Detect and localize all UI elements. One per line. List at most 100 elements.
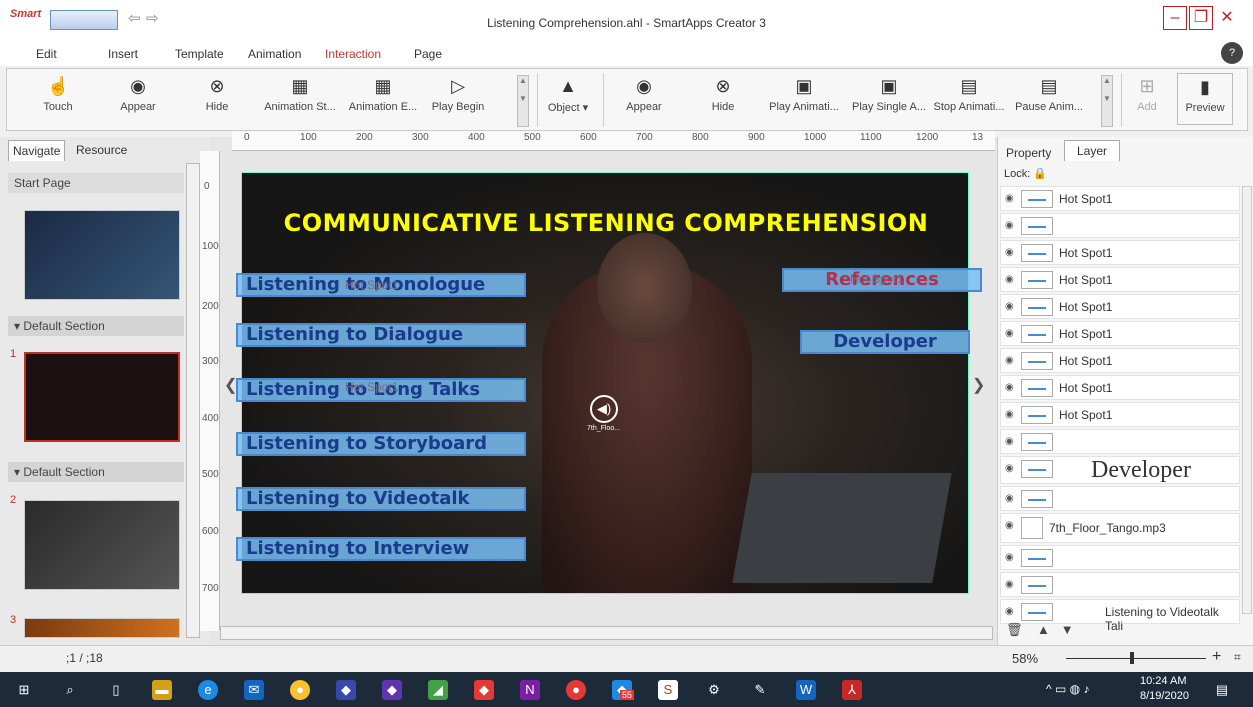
hide-eye-icon: ⊗ (209, 76, 225, 96)
hide-action-button[interactable]: ⊗ Hide (703, 75, 743, 113)
audio-speaker-icon[interactable]: ◀) (590, 395, 618, 423)
play-begin-button[interactable]: ▷ Play Begin (425, 75, 491, 113)
menu-interaction[interactable]: Interaction (325, 47, 381, 61)
page-1-thumbnail[interactable] (24, 352, 180, 442)
app-icon[interactable]: ◆ (474, 680, 494, 700)
touch-button[interactable]: ☝ Touch (33, 75, 83, 113)
layer-row[interactable]: ◉ Hot Spot1 (1000, 375, 1240, 400)
app-icon[interactable]: ◆ (382, 680, 402, 700)
layer-row[interactable]: ◉ Hot Spot1 (1000, 186, 1240, 211)
edge-icon[interactable]: e (198, 680, 218, 700)
tab-property[interactable]: Property (1002, 143, 1055, 163)
vertical-ruler: 0 100 200 300 400 500 600 700 (200, 151, 220, 631)
navigate-scrollbar[interactable] (186, 163, 200, 638)
hide-button[interactable]: ⊗ Hide (197, 75, 237, 113)
help-icon[interactable]: ? (1221, 42, 1243, 64)
tab-navigate[interactable]: Navigate (8, 140, 66, 161)
zoom-in-icon[interactable]: + (1212, 648, 1221, 666)
appear-button[interactable]: ◉ Appear (113, 75, 163, 113)
film-end-icon: ▦ (374, 76, 392, 96)
smart-apps-icon[interactable]: S (658, 680, 678, 700)
tab-layer[interactable]: Layer (1064, 140, 1121, 161)
start-page-label[interactable]: Start Page (8, 173, 184, 193)
layer-row[interactable]: ◉ Hot Spot1 (1000, 348, 1240, 373)
file-explorer-icon[interactable]: ▬ (152, 680, 172, 700)
menu-insert[interactable]: Insert (108, 47, 138, 61)
animation-end-button[interactable]: ▦ Animation E... (343, 75, 423, 113)
layer-row[interactable]: ◉ Listening to Videotalk Tali (1000, 599, 1240, 633)
pause-animation-button[interactable]: ▤ Pause Anim... (1009, 75, 1089, 113)
prev-page-arrow[interactable]: ❮ (224, 375, 237, 395)
search-icon[interactable]: ⌕ (60, 680, 80, 700)
tab-resource[interactable]: Resource (72, 140, 131, 160)
app-icon[interactable]: ◆ (336, 680, 356, 700)
clock-date[interactable]: 8/19/2020 (1140, 690, 1189, 702)
object-dropdown[interactable]: ▲ Object ▾ (541, 75, 595, 114)
developer-button[interactable]: Developer (800, 330, 970, 354)
appear-action-button[interactable]: ◉ Appear (619, 75, 669, 113)
listening-storyboard-button[interactable]: Listening to Storyboard (236, 432, 526, 456)
layer-row[interactable]: ◉ Hot Spot1 (1000, 267, 1240, 292)
move-up-icon[interactable]: ▲ (1037, 622, 1050, 637)
menu-page[interactable]: Page (414, 47, 442, 61)
chrome-icon[interactable]: ● (566, 680, 586, 700)
layer-row[interactable]: ◉ (1000, 429, 1240, 454)
settings-gear-icon[interactable]: ⚙ (704, 680, 724, 700)
menu-animation[interactable]: Animation (248, 47, 301, 61)
ribbon-toolbar: ☝ Touch ◉ Appear ⊗ Hide ▦ Animation St... ▦ A… (6, 68, 1248, 131)
mail-icon[interactable]: ✉ (244, 680, 264, 700)
layer-row[interactable]: ◉ 7th_Floor_Tango.mp3 (1000, 513, 1240, 543)
layer-row[interactable]: ◉ (1000, 545, 1240, 570)
listening-interview-button[interactable]: Listening to Interview (236, 537, 526, 561)
eye-icon: ◉ (130, 76, 146, 96)
layer-row[interactable]: ◉ (1000, 486, 1240, 511)
maximize-icon[interactable]: ❐ (1189, 6, 1213, 30)
move-down-icon[interactable]: ▼ (1061, 622, 1074, 637)
minimize-icon[interactable]: – (1163, 6, 1187, 30)
layer-scrollbar[interactable] (1242, 186, 1252, 614)
layer-row[interactable]: ◉ Hot Spot1 (1000, 240, 1240, 265)
stop-animation-button[interactable]: ▤ Stop Animati... (927, 75, 1011, 113)
chrome-icon[interactable]: ● (290, 680, 310, 700)
acrobat-icon[interactable]: ⅄ (842, 680, 862, 700)
notifications-icon[interactable]: ▤ (1212, 680, 1232, 700)
trash-icon[interactable]: 🗑 (1006, 622, 1023, 637)
layer-row[interactable]: ◉ (1000, 572, 1240, 597)
eye-icon: ◉ (1005, 606, 1014, 617)
section-header-2[interactable]: ▾ Default Section (8, 462, 184, 482)
layer-row[interactable]: ◉ (1000, 213, 1240, 238)
layer-row[interactable]: ◉ Hot Spot1 (1000, 321, 1240, 346)
ribbon-scroll-left[interactable]: ▲ ▼ (517, 75, 529, 127)
app-icon[interactable]: ◢ (428, 680, 448, 700)
play-single-button[interactable]: ▣ Play Single A... (847, 75, 931, 113)
zoom-slider[interactable] (1066, 650, 1206, 664)
windows-start-icon[interactable]: ⊞ (14, 680, 34, 700)
add-button[interactable]: ⊞ Add (1127, 75, 1167, 113)
animation-start-button[interactable]: ▦ Animation St... (259, 75, 341, 113)
play-animation-button[interactable]: ▣ Play Animati... (763, 75, 845, 113)
fit-screen-icon[interactable]: ⌗ (1234, 650, 1241, 665)
word-icon[interactable]: W (796, 680, 816, 700)
app-icon[interactable]: ✎ (750, 680, 770, 700)
start-page-thumbnail[interactable] (24, 210, 180, 300)
canvas-horizontal-scrollbar[interactable] (220, 626, 993, 640)
clock-time[interactable]: 10:24 AM (1140, 675, 1186, 687)
task-view-icon[interactable]: ▯ (106, 680, 126, 700)
section-header-1[interactable]: ▾ Default Section (8, 316, 184, 336)
page-2-thumbnail[interactable] (24, 500, 180, 590)
layer-row[interactable]: ◉ Developer (1000, 456, 1240, 484)
onenote-icon[interactable]: N (520, 680, 540, 700)
next-page-arrow[interactable]: ❯ (972, 375, 985, 395)
menu-edit[interactable]: Edit (36, 47, 57, 61)
stop-anim-icon: ▤ (960, 76, 978, 96)
listening-videotalk-button[interactable]: Listening to Videotalk (236, 487, 526, 511)
close-icon[interactable]: ✕ (1215, 7, 1239, 31)
layer-row[interactable]: ◉ Hot Spot1 (1000, 294, 1240, 319)
layer-row[interactable]: ◉ Hot Spot1 (1000, 402, 1240, 427)
ribbon-scroll-right[interactable]: ▲ ▼ (1101, 75, 1113, 127)
preview-button[interactable]: ▮ Preview (1177, 73, 1233, 125)
page-3-thumbnail[interactable] (24, 618, 180, 638)
system-tray-icons[interactable]: ^ ▭ ◍ ♪ (1046, 682, 1089, 696)
listening-dialogue-button[interactable]: Listening to Dialogue (236, 323, 526, 347)
menu-template[interactable]: Template (175, 47, 224, 61)
